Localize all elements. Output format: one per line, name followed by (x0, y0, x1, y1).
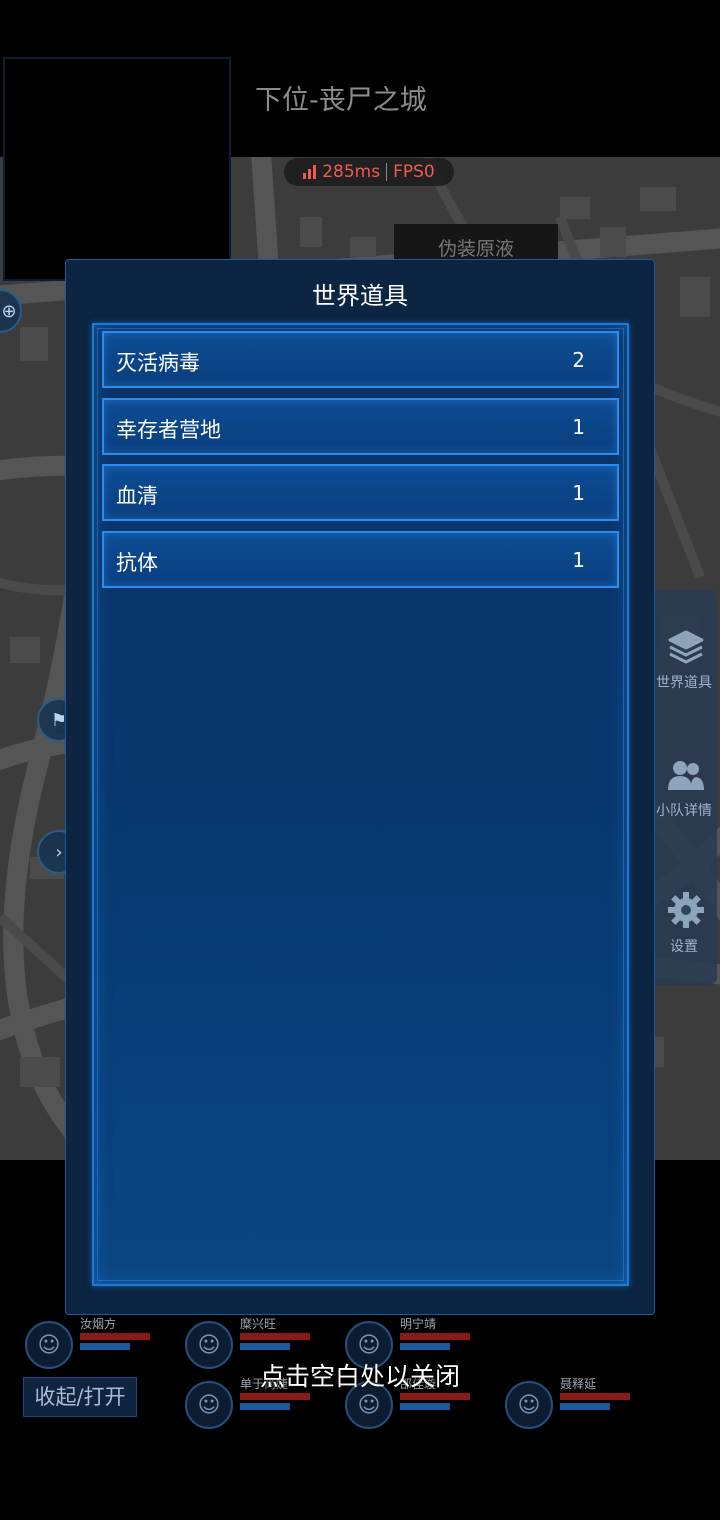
item-count: 2 (572, 348, 585, 372)
health-bar (240, 1333, 310, 1340)
item-count: 1 (572, 481, 585, 505)
signal-icon (303, 165, 317, 179)
energy-bar (240, 1403, 290, 1410)
list-item[interactable]: 灭活病毒 2 (102, 331, 619, 388)
item-list: 灭活病毒 2 幸存者营地 1 血清 1 抗体 1 (92, 323, 629, 1286)
health-bar (400, 1333, 470, 1340)
network-status: 285ms FPS0 (284, 158, 454, 186)
world-items-modal: 世界道具 灭活病毒 2 幸存者营地 1 血清 1 抗体 1 (65, 259, 655, 1315)
side-item-world-items[interactable]: 世界道具 (655, 626, 717, 692)
energy-bar (400, 1403, 450, 1410)
side-panel: 世界道具 小队详情 设置 (655, 590, 717, 985)
member-name: 汝烟方 (80, 1317, 117, 1331)
item-name: 灭活病毒 (116, 351, 200, 375)
health-bar (400, 1393, 470, 1400)
modal-title: 世界道具 (312, 282, 408, 310)
video-overlay-box (3, 57, 231, 281)
latency-value: 285ms (322, 162, 381, 182)
health-bar (240, 1393, 310, 1400)
energy-bar (240, 1343, 290, 1350)
chevron-right-icon: › (55, 841, 63, 863)
health-bar (80, 1333, 150, 1340)
side-item-label: 设置 (670, 939, 698, 955)
member-name: 糜兴旺 (240, 1317, 277, 1331)
close-hint: 点击空白处以关闭 (259, 1362, 460, 1391)
list-item[interactable]: 血清 1 (102, 464, 619, 521)
game-title: 下位-丧尸之城 (255, 85, 427, 116)
energy-bar (400, 1343, 450, 1350)
energy-bar (560, 1403, 610, 1410)
energy-bar (80, 1343, 130, 1350)
divider (386, 163, 388, 181)
gear-icon (668, 892, 704, 928)
zoom-icon: ⊕ (1, 300, 17, 322)
member-name: 明宁靖 (400, 1317, 437, 1331)
side-item-label: 小队详情 (656, 803, 712, 819)
item-name: 幸存者营地 (116, 418, 221, 442)
side-item-team-details[interactable]: 小队详情 (655, 758, 717, 820)
fps-value: FPS0 (393, 162, 435, 182)
item-count: 1 (572, 548, 585, 572)
item-name: 抗体 (116, 551, 158, 575)
team-icon (668, 761, 704, 790)
layers-icon (668, 630, 704, 664)
item-name: 血清 (116, 484, 158, 508)
list-item[interactable]: 抗体 1 (102, 531, 619, 588)
health-bar (560, 1393, 630, 1400)
item-count: 1 (572, 415, 585, 439)
side-item-settings[interactable]: 设置 (655, 890, 717, 956)
side-item-label: 世界道具 (656, 675, 712, 691)
map-location-label: 伪装原液 (394, 224, 558, 260)
list-item[interactable]: 幸存者营地 1 (102, 398, 619, 455)
